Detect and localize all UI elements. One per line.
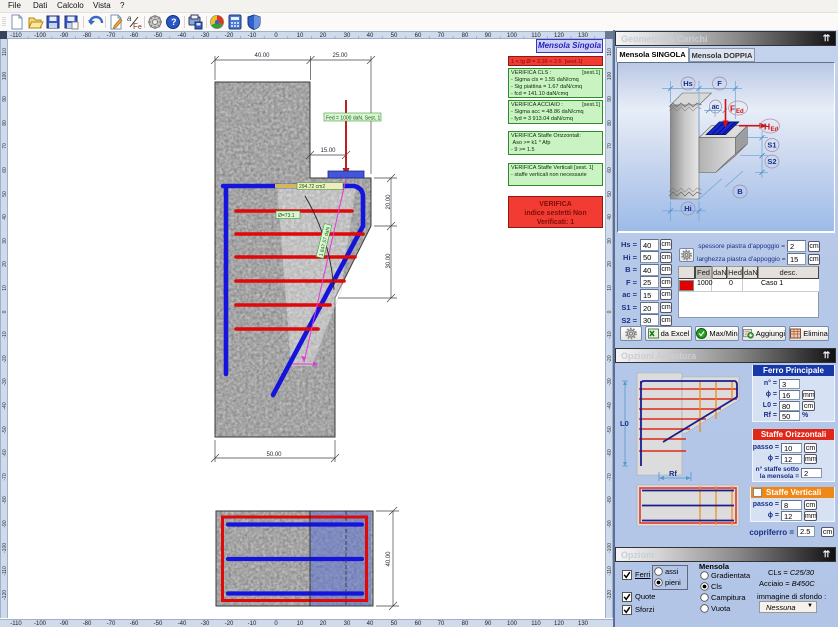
svg-text:e: e <box>138 24 142 31</box>
svg-text:Hi: Hi <box>684 204 692 213</box>
svg-text:S1: S1 <box>767 141 776 150</box>
svg-text:Fed = 1000 daN, Sest. 1: Fed = 1000 daN, Sest. 1 <box>326 116 381 122</box>
svg-text:Ø=73.1: Ø=73.1 <box>278 213 295 219</box>
svg-text:B: B <box>737 187 743 196</box>
svg-text:50.00: 50.00 <box>266 452 282 458</box>
svg-text:40.00: 40.00 <box>254 53 270 59</box>
svg-text:15.00: 15.00 <box>320 148 336 154</box>
svg-text:Rf: Rf <box>669 469 677 478</box>
svg-text:40.00: 40.00 <box>386 551 392 567</box>
svg-text:Hs: Hs <box>683 79 693 88</box>
svg-text:F: F <box>717 79 722 88</box>
svg-text:S2: S2 <box>767 157 776 166</box>
svg-text:20.00: 20.00 <box>386 194 392 210</box>
svg-text:F: F <box>730 104 735 114</box>
svg-text:ac: ac <box>712 104 720 111</box>
svg-text:?: ? <box>171 17 177 27</box>
svg-text:30.00: 30.00 <box>386 253 392 269</box>
svg-text:L0: L0 <box>620 419 629 428</box>
svg-text:294.72 cm2: 294.72 cm2 <box>299 184 325 190</box>
svg-text:a: a <box>127 14 132 23</box>
svg-text:25.00: 25.00 <box>332 53 348 59</box>
svg-text:H: H <box>764 122 770 132</box>
